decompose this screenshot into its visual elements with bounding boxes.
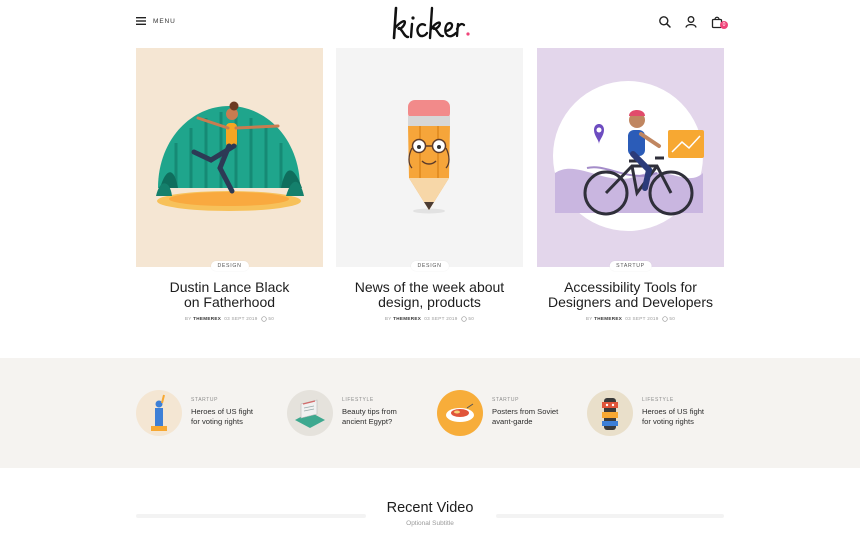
- search-icon: [659, 16, 671, 28]
- comment-count[interactable]: 50: [468, 316, 474, 321]
- strip-post-item[interactable]: LIFESTYLE Beauty tips from ancient Egypt…: [287, 390, 427, 438]
- post-image[interactable]: [537, 48, 724, 267]
- strip-post-title[interactable]: Heroes of US fight for voting rights: [191, 407, 281, 427]
- category-badge[interactable]: STARTUP: [609, 261, 652, 271]
- post-title[interactable]: News of the week about design, products: [330, 280, 529, 310]
- strip-post-title[interactable]: Heroes of US fight for voting rights: [642, 407, 732, 427]
- section-subtitle: Optional Subtitle: [406, 520, 454, 527]
- post-title[interactable]: Accessibility Tools for Designers and De…: [531, 280, 730, 310]
- site-logo[interactable]: [390, 2, 474, 46]
- trending-posts-strip: STARTUP Heroes of US fight for voting ri…: [0, 358, 860, 468]
- post-meta: BY THEMEREX 03 SEPT 2019 50: [336, 316, 523, 322]
- menu-label: MENU: [153, 17, 176, 25]
- hamburger-icon: [136, 17, 146, 25]
- post-date: 03 SEPT 2019: [424, 316, 458, 322]
- comment-icon: [261, 316, 267, 322]
- search-button[interactable]: [658, 15, 672, 29]
- post-image[interactable]: [336, 48, 523, 267]
- category-badge[interactable]: DESIGN: [210, 261, 249, 271]
- yoga-woman-illustration: [156, 101, 304, 211]
- post-image[interactable]: [136, 48, 323, 267]
- strip-post-item[interactable]: LIFESTYLE Heroes of US fight for voting …: [587, 390, 727, 438]
- comment-icon: [662, 316, 668, 322]
- food-plate-illustration: [446, 403, 474, 422]
- menu-button[interactable]: MENU: [136, 17, 176, 25]
- post-author[interactable]: THEMEREX: [393, 316, 421, 321]
- strip-post-item[interactable]: STARTUP Heroes of US fight for voting ri…: [136, 390, 276, 438]
- post-thumbnail[interactable]: [437, 390, 483, 436]
- post-date: 03 SEPT 2019: [224, 316, 258, 322]
- post-meta: BY THEMEREX 03 SEPT 2019 50: [537, 316, 724, 322]
- phone-building-illustration: [295, 399, 325, 428]
- category-badge[interactable]: DESIGN: [410, 261, 449, 271]
- post-author[interactable]: THEMEREX: [193, 316, 221, 321]
- featured-posts: DESIGN Dustin Lance Black on Fatherhood …: [136, 48, 724, 330]
- comment-icon: [461, 316, 467, 322]
- featured-post-card[interactable]: STARTUP Accessibility Tools for Designer…: [537, 48, 724, 330]
- comment-count[interactable]: 50: [669, 316, 675, 321]
- strip-category[interactable]: STARTUP: [492, 397, 519, 403]
- post-meta: BY THEMEREX 03 SEPT 2019 50: [136, 316, 323, 322]
- cyclist-illustration: [553, 81, 704, 231]
- featured-post-card[interactable]: DESIGN Dustin Lance Black on Fatherhood …: [136, 48, 323, 330]
- post-date: 03 SEPT 2019: [625, 316, 659, 322]
- section-title: Recent Video: [386, 500, 474, 516]
- site-header: MENU 0: [0, 0, 860, 48]
- user-icon: [685, 16, 697, 28]
- post-author[interactable]: THEMEREX: [594, 316, 622, 321]
- featured-post-card[interactable]: DESIGN News of the week about design, pr…: [336, 48, 523, 330]
- post-thumbnail[interactable]: [587, 390, 633, 436]
- post-thumbnail[interactable]: [136, 390, 182, 436]
- comment-count[interactable]: 50: [268, 316, 274, 321]
- cart-count-badge: 0: [720, 21, 728, 29]
- header-actions: 0: [658, 15, 728, 29]
- post-thumbnail[interactable]: [287, 390, 333, 436]
- statue-of-liberty-illustration: [151, 394, 167, 431]
- by-label: BY: [184, 316, 192, 322]
- strip-post-title[interactable]: Posters from Soviet avant-garde: [492, 407, 582, 427]
- by-label: BY: [384, 316, 392, 322]
- pencil-character-illustration: [408, 100, 450, 214]
- cart-button[interactable]: 0: [710, 15, 728, 29]
- post-title[interactable]: Dustin Lance Black on Fatherhood: [130, 280, 329, 310]
- totem-illustration: [602, 398, 618, 430]
- by-label: BY: [585, 316, 593, 322]
- strip-category[interactable]: LIFESTYLE: [642, 397, 674, 403]
- strip-post-item[interactable]: STARTUP Posters from Soviet avant-garde: [437, 390, 577, 438]
- strip-category[interactable]: LIFESTYLE: [342, 397, 374, 403]
- account-button[interactable]: [684, 15, 698, 29]
- strip-post-title[interactable]: Beauty tips from ancient Egypt?: [342, 407, 432, 427]
- strip-category[interactable]: STARTUP: [191, 397, 218, 403]
